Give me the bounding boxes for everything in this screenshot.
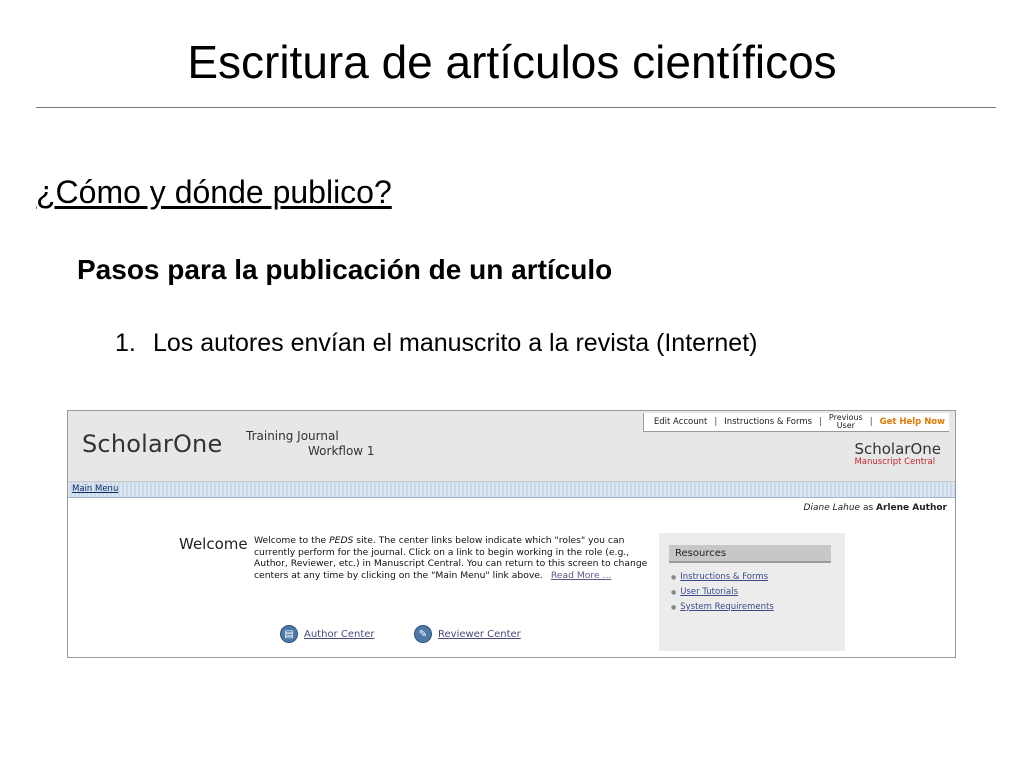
pencil-icon: ✎ bbox=[414, 625, 432, 643]
user-name: Diane Lahue bbox=[803, 503, 861, 513]
author-center-link[interactable]: ▤ Author Center bbox=[280, 625, 375, 643]
journal-line-1: Training Journal bbox=[246, 429, 339, 443]
main-menu-link[interactable]: Main Menu bbox=[72, 484, 118, 494]
top-links-bar: Edit Account | Instructions & Forms | Pr… bbox=[642, 413, 949, 432]
edit-account-link[interactable]: Edit Account bbox=[654, 417, 707, 427]
scholarone-screenshot: ScholarOne Training Journal Workflow 1 E… bbox=[67, 410, 956, 658]
resource-system-requirements[interactable]: System Requirements bbox=[671, 600, 774, 615]
resources-list: Instructions & Forms User Tutorials Syst… bbox=[671, 570, 774, 615]
section-heading: ¿Cómo y dónde publico? bbox=[36, 174, 392, 210]
user-info: Diane Lahue as Arlene Author bbox=[803, 503, 947, 513]
welcome-title: Welcome bbox=[179, 535, 248, 553]
journal-name: Training Journal Workflow 1 bbox=[246, 429, 375, 459]
step-text: Los autores envían el manuscrito a la re… bbox=[153, 329, 758, 357]
title-divider bbox=[36, 107, 996, 108]
manuscript-central-logo: ScholarOne Manuscript Central bbox=[854, 440, 941, 467]
resources-heading: Resources bbox=[669, 545, 831, 563]
slide-title: Escritura de artículos científicos bbox=[187, 36, 837, 88]
instructions-forms-link[interactable]: Instructions & Forms bbox=[724, 417, 812, 427]
step-item: 1. Los autores envían el manuscrito a la … bbox=[115, 327, 757, 359]
document-icon: ▤ bbox=[280, 625, 298, 643]
welcome-text: Welcome to the PEDS site. The center lin… bbox=[254, 535, 648, 581]
scholarone-header: ScholarOne Training Journal Workflow 1 E… bbox=[68, 411, 955, 482]
read-more-link[interactable]: Read More ... bbox=[551, 570, 611, 581]
reviewer-center-link[interactable]: ✎ Reviewer Center bbox=[414, 625, 521, 643]
user-role: Arlene Author bbox=[876, 503, 947, 513]
resource-user-tutorials[interactable]: User Tutorials bbox=[671, 585, 774, 600]
scholarone-logo: ScholarOne bbox=[82, 430, 223, 458]
menu-bar: Main Menu bbox=[68, 482, 955, 498]
journal-line-2: Workflow 1 bbox=[308, 444, 375, 458]
resources-panel: Resources Instructions & Forms User Tuto… bbox=[659, 533, 845, 651]
sub-heading: Pasos para la publicación de un artículo bbox=[77, 254, 613, 285]
previous-user-link[interactable]: Previous User bbox=[829, 414, 863, 430]
get-help-now-link[interactable]: Get Help Now bbox=[880, 417, 945, 427]
resource-instructions-forms[interactable]: Instructions & Forms bbox=[671, 570, 774, 585]
step-number: 1. bbox=[115, 329, 136, 357]
